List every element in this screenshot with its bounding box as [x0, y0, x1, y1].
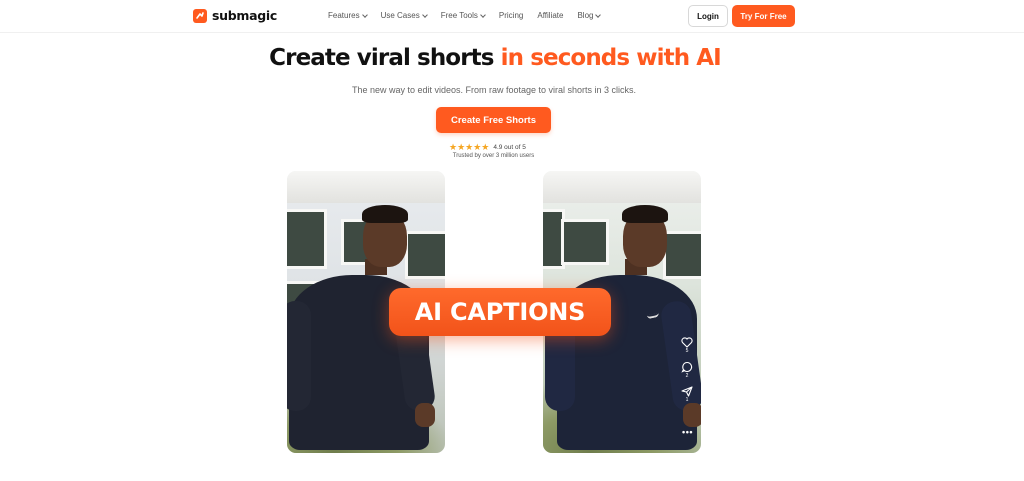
- comment-action[interactable]: 2: [681, 361, 693, 379]
- chevron-down-icon: [595, 11, 602, 18]
- more-options-icon[interactable]: •••: [682, 427, 693, 437]
- create-free-shorts-button[interactable]: Create Free Shorts: [436, 107, 551, 133]
- nav-item-pricing[interactable]: Pricing: [499, 11, 523, 20]
- headline-main: Create viral shorts: [269, 45, 501, 71]
- rating: ★★★★★ 4.9 out of 5: [449, 142, 526, 153]
- nav-menu: Features Use Cases Free Tools Pricing Affili…: [328, 11, 602, 20]
- trusted-by-text: Trusted by over 3 million users: [452, 153, 535, 159]
- rating-text: 4.9 out of 5: [493, 144, 526, 151]
- nav-item-label: Free Tools: [440, 11, 478, 20]
- share-icon: [681, 386, 693, 397]
- login-button[interactable]: Login: [688, 5, 728, 27]
- share-count: 1: [685, 397, 689, 403]
- nav-item-label: Pricing: [498, 11, 524, 20]
- nav-item-label: Blog: [577, 11, 594, 20]
- submagic-logo-icon: [193, 8, 207, 23]
- social-actions: 5 2 1: [681, 337, 693, 403]
- top-navigation: submagic Features Use Cases Free Tools Pric…: [0, 0, 1024, 33]
- hero-headline: Create viral shorts in seconds with AI: [0, 45, 990, 71]
- brand-logo[interactable]: submagic: [193, 8, 277, 23]
- ai-captions-badge: AI CAPTIONS: [389, 288, 611, 336]
- chevron-down-icon: [480, 11, 486, 18]
- hero-subheadline: The new way to edit videos. From raw foo…: [351, 85, 637, 95]
- heart-icon: [681, 337, 693, 348]
- like-count: 5: [685, 348, 689, 354]
- comment-count: 2: [685, 373, 689, 379]
- rating-stars-icon: ★★★★★: [449, 142, 490, 152]
- nav-item-affiliate[interactable]: Affiliate: [537, 11, 563, 20]
- nav-item-features[interactable]: Features: [328, 11, 368, 20]
- nav-item-label: Features: [328, 11, 360, 20]
- chevron-down-icon: [361, 11, 368, 18]
- chevron-down-icon: [421, 11, 428, 18]
- comment-icon: [681, 361, 693, 373]
- nav-item-blog[interactable]: Blog: [577, 11, 602, 20]
- brand-name: submagic: [212, 8, 277, 23]
- headline-accent: in seconds with AI: [500, 45, 722, 71]
- nav-item-label: Affiliate: [537, 11, 564, 20]
- nav-item-label: Use Cases: [380, 11, 420, 20]
- like-action[interactable]: 5: [681, 337, 693, 354]
- nav-item-use-cases[interactable]: Use Cases: [380, 11, 428, 20]
- nav-item-free-tools[interactable]: Free Tools: [440, 11, 486, 20]
- share-action[interactable]: 1: [681, 386, 693, 403]
- try-for-free-button[interactable]: Try For Free: [732, 5, 795, 27]
